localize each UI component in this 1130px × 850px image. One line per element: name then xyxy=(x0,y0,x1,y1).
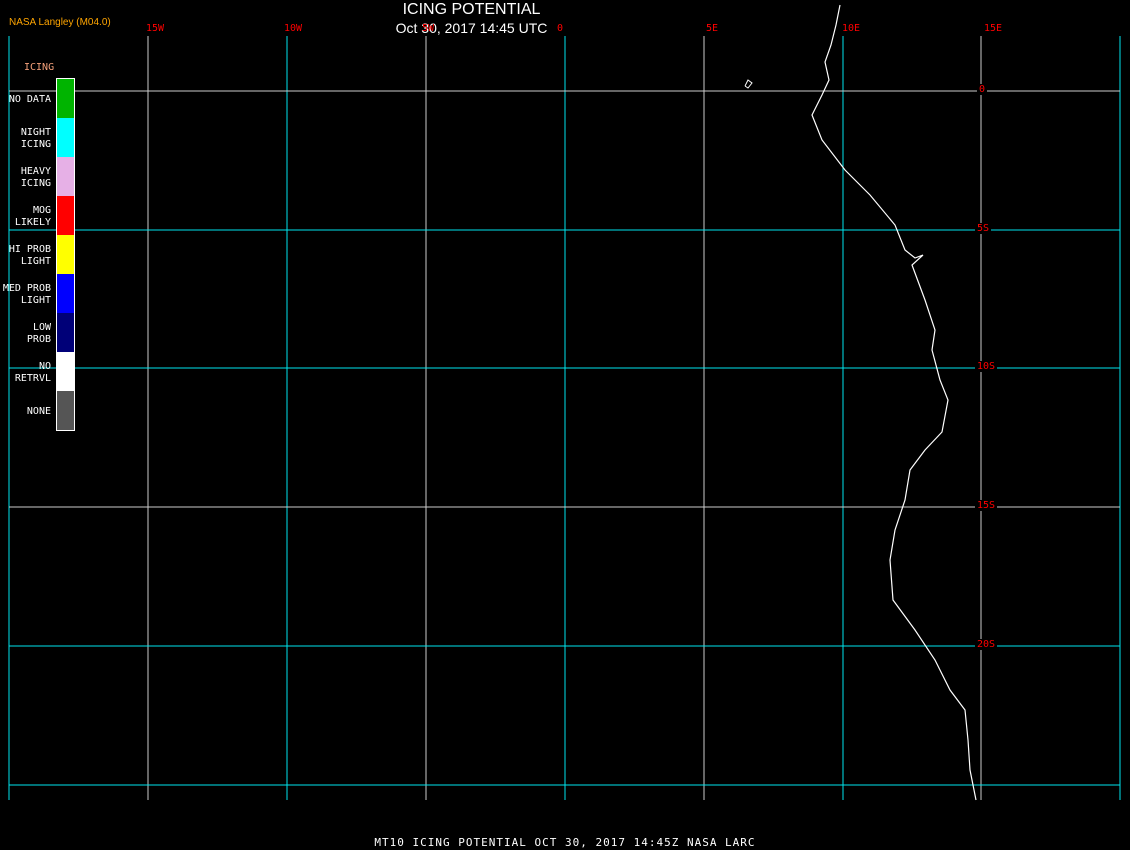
legend-swatch xyxy=(57,79,74,118)
legend-swatch xyxy=(57,157,74,196)
legend-label: NIGHT ICING xyxy=(20,127,51,150)
legend-swatch xyxy=(57,352,74,391)
legend-swatch xyxy=(57,391,74,430)
legend-label: MED PROB LIGHT xyxy=(2,283,51,306)
legend-label: HEAVY ICING xyxy=(20,166,51,189)
longitude-label: 10W xyxy=(284,23,303,34)
map-title: ICING POTENTIAL xyxy=(402,1,541,18)
latitude-label: 20S xyxy=(975,639,998,650)
legend-swatch xyxy=(57,118,74,157)
graticule xyxy=(8,36,1121,800)
map-canvas xyxy=(8,4,1121,801)
longitude-label: 15W xyxy=(146,23,165,34)
legend-swatch xyxy=(57,313,74,352)
legend-label: NO DATA xyxy=(8,94,51,105)
legend-label: HI PROB LIGHT xyxy=(8,244,51,267)
island xyxy=(744,79,753,89)
legend-label: LOW PROB xyxy=(26,322,51,345)
latitude-label: 15S xyxy=(975,500,998,511)
longitude-label: 5W xyxy=(422,23,435,34)
longitude-label: 5E xyxy=(706,23,719,34)
latitude-label: 0 xyxy=(977,84,988,95)
legend-label: NO RETRVL xyxy=(14,361,51,384)
latitude-label: 5S xyxy=(975,223,992,234)
coastline xyxy=(811,4,977,801)
legend-swatch xyxy=(57,235,74,274)
legend-label: NONE xyxy=(26,406,51,417)
longitude-label: 15E xyxy=(984,23,1003,34)
footer-caption: MT10 ICING POTENTIAL OCT 30, 2017 14:45Z… xyxy=(374,836,756,849)
legend-swatch xyxy=(57,196,74,235)
legend-title: ICING xyxy=(24,62,55,73)
latitude-label: 10S xyxy=(975,361,998,372)
longitude-label: 10E xyxy=(842,23,861,34)
legend-swatch xyxy=(57,274,74,313)
legend-label: MOG LIKELY xyxy=(14,205,51,228)
credit-label: NASA Langley (M04.0) xyxy=(9,17,111,28)
map-datetime: Oct 30, 2017 14:45 UTC xyxy=(395,20,548,36)
longitude-label: 0 xyxy=(557,23,564,34)
